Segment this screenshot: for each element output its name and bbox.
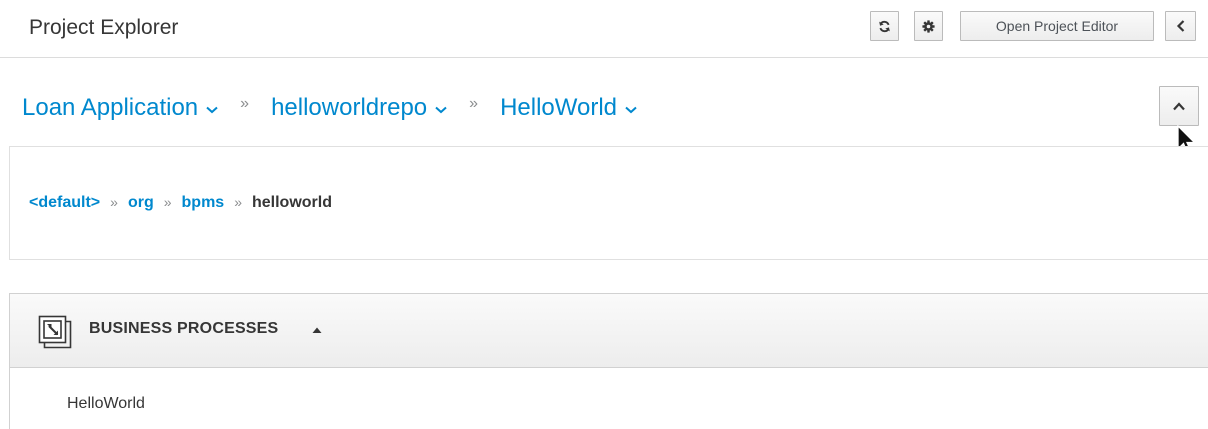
package-breadcrumb: <default> » org » bpms » helloworld bbox=[29, 194, 332, 212]
business-process-item[interactable]: HelloWorld bbox=[67, 395, 145, 413]
breadcrumb-space-label: Loan Application bbox=[22, 94, 199, 121]
refresh-icon bbox=[879, 20, 890, 32]
package-crumb-separator: » bbox=[110, 194, 118, 210]
breadcrumb-repository-label: helloworldrepo bbox=[271, 94, 428, 121]
collapse-breadcrumbs-button[interactable] bbox=[1159, 86, 1199, 126]
package-crumb-separator: » bbox=[163, 194, 172, 210]
settings-button[interactable] bbox=[914, 11, 943, 41]
business-processes-panel: BUSINESS PROCESSES HelloWorld bbox=[9, 293, 1208, 429]
package-crumb-org[interactable]: org bbox=[128, 194, 154, 212]
open-project-editor-button[interactable]: Open Project Editor bbox=[960, 11, 1154, 41]
package-crumb-current: helloworld bbox=[251, 194, 332, 211]
header-bar: Project Explorer Open Project Editor bbox=[0, 0, 1208, 58]
chevron-down-icon bbox=[206, 106, 218, 114]
chevron-down-icon bbox=[435, 106, 447, 114]
project-breadcrumb: Loan Application » helloworldrepo » Hell… bbox=[22, 90, 637, 126]
chevron-up-icon bbox=[1173, 101, 1185, 110]
breadcrumb-separator: » bbox=[469, 95, 479, 112]
breadcrumb-space[interactable]: Loan Application bbox=[22, 94, 218, 122]
page-title: Project Explorer bbox=[29, 16, 179, 39]
package-crumb-separator: » bbox=[234, 194, 242, 210]
business-process-icon bbox=[38, 315, 72, 349]
breadcrumb-separator: » bbox=[240, 95, 250, 112]
package-crumb-bpms[interactable]: bpms bbox=[182, 194, 225, 212]
breadcrumb-project[interactable]: HelloWorld bbox=[500, 94, 637, 122]
gear-icon bbox=[922, 19, 935, 33]
breadcrumb-project-label: HelloWorld bbox=[500, 94, 617, 121]
caret-up-icon bbox=[312, 327, 322, 333]
collapse-panel-button[interactable] bbox=[1165, 11, 1196, 41]
package-breadcrumb-panel: <default> » org » bpms » helloworld bbox=[9, 146, 1208, 260]
chevron-down-icon bbox=[625, 106, 637, 114]
business-processes-title: BUSINESS PROCESSES bbox=[89, 320, 279, 337]
refresh-button[interactable] bbox=[870, 11, 899, 41]
breadcrumb-repository[interactable]: helloworldrepo bbox=[271, 94, 447, 122]
business-processes-header[interactable]: BUSINESS PROCESSES bbox=[10, 294, 1208, 368]
open-project-editor-label: Open Project Editor bbox=[995, 18, 1119, 34]
chevron-left-icon bbox=[1176, 20, 1184, 32]
package-crumb-default[interactable]: <default> bbox=[29, 194, 100, 212]
